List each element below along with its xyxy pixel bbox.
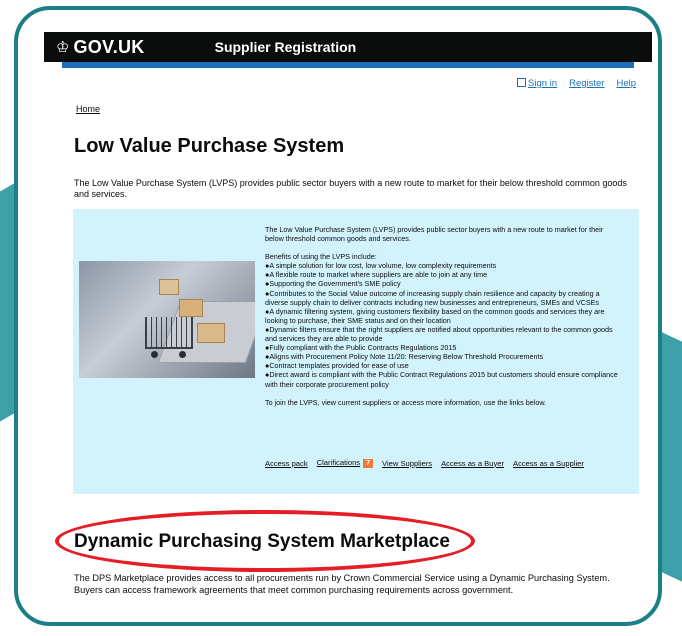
cart-wheel (179, 351, 186, 358)
info-text: The Low Value Purchase System (LVPS) pro… (265, 225, 621, 416)
govuk-header: ♔ GOV.UK Supplier Registration (44, 32, 652, 62)
benefit-item: ●Dynamic filters ensure that the right s… (265, 324, 613, 344)
sign-in-link[interactable]: Sign in (517, 78, 557, 89)
parcel-shape (179, 299, 203, 317)
clarifications-count-badge: 7 (363, 459, 374, 468)
benefit-item: ●Contributes to the Social Value outcome… (265, 288, 600, 307)
clarifications-group: Clarifications 7 (317, 458, 374, 468)
sign-in-label: Sign in (528, 78, 558, 89)
govuk-logo[interactable]: GOV.UK (73, 37, 144, 58)
benefits-list: ●A simple solution for low cost, low vol… (265, 261, 621, 388)
info-intro: The Low Value Purchase System (LVPS) pro… (265, 225, 604, 244)
view-suppliers-link[interactable]: View Suppliers (382, 459, 432, 468)
benefit-item: ●Aligns with Procurement Policy Note 11/… (265, 352, 544, 362)
benefit-item: ●A dynamic filtering system, giving cust… (265, 306, 605, 325)
page-title: Low Value Purchase System (74, 135, 345, 157)
benefit-item: ●A flexible route to market where suppli… (265, 270, 488, 280)
highlight-ellipse (55, 510, 475, 572)
parcel-shape (159, 279, 179, 295)
cart-wheel (151, 351, 158, 358)
benefit-item: ●Supporting the Government's SME policy (265, 279, 401, 289)
benefit-item: ●Fully compliant with the Public Contrac… (265, 343, 457, 353)
clarifications-link[interactable]: Clarifications (317, 458, 360, 467)
access-as-buyer-link[interactable]: Access as a Buyer (441, 459, 504, 468)
shopping-cart-image (79, 261, 255, 378)
account-links: Sign in Register Help (517, 78, 636, 89)
sign-in-icon (517, 78, 527, 87)
help-link[interactable]: Help (616, 78, 636, 89)
breadcrumb-home[interactable]: Home (76, 104, 100, 114)
service-name[interactable]: Supplier Registration (215, 39, 357, 55)
register-link[interactable]: Register (569, 78, 604, 89)
page-intro: The Low Value Purchase System (LVPS) pro… (74, 178, 627, 199)
dps-section-text: The DPS Marketplace provides access to a… (74, 573, 610, 595)
parcel-shape (197, 323, 225, 343)
crown-icon: ♔ (56, 39, 70, 56)
benefit-item: ●Direct award is compliant with the Publ… (265, 370, 618, 389)
lvps-info-box: The Low Value Purchase System (LVPS) pro… (73, 209, 639, 494)
join-text: To join the LVPS, view current suppliers… (265, 397, 547, 407)
access-pack-link[interactable]: Access pack (265, 459, 308, 468)
benefit-item: ●A simple solution for low cost, low vol… (265, 261, 497, 271)
lvps-links: Access pack Clarifications 7 View Supplie… (265, 458, 584, 468)
access-as-supplier-link[interactable]: Access as a Supplier (513, 459, 584, 468)
benefit-item: ●Contract templates provided for ease of… (265, 361, 409, 371)
header-accent-bar (62, 62, 634, 68)
cart-shape (145, 317, 193, 349)
benefits-heading: Benefits of using the LVPS include: (265, 252, 377, 262)
